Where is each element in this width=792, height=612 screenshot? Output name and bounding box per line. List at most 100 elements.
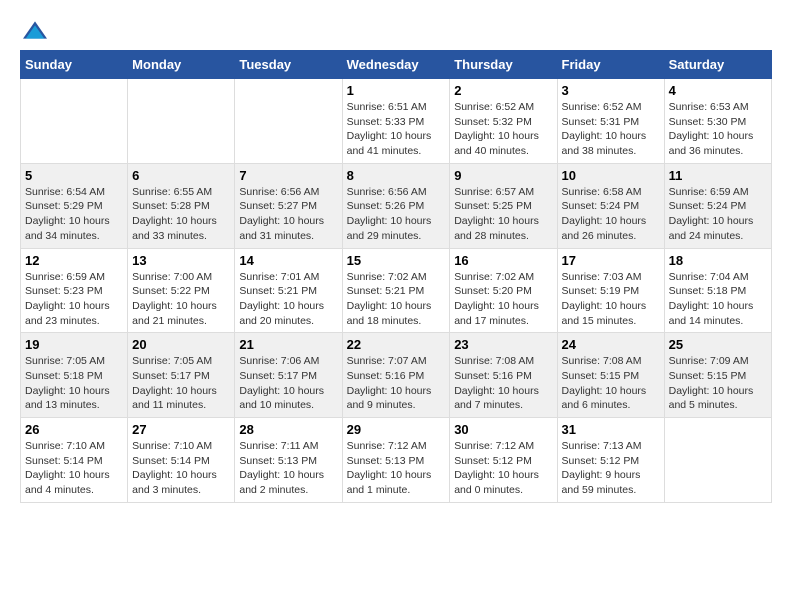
day-info: Sunrise: 6:57 AMSunset: 5:25 PMDaylight:… (454, 185, 552, 244)
day-number: 27 (132, 422, 230, 437)
column-header-saturday: Saturday (664, 51, 771, 79)
calendar-cell: 15 Sunrise: 7:02 AMSunset: 5:21 PMDayligh… (342, 248, 450, 333)
day-info: Sunrise: 7:06 AMSunset: 5:17 PMDaylight:… (239, 354, 337, 413)
day-number: 15 (347, 253, 446, 268)
calendar-cell: 9 Sunrise: 6:57 AMSunset: 5:25 PMDaylight… (450, 163, 557, 248)
week-row-5: 26Sunrise: 7:10 AMSunset: 5:14 PMDayligh… (21, 418, 772, 503)
day-info: Sunrise: 7:07 AMSunset: 5:16 PMDaylight:… (347, 354, 446, 413)
calendar-cell: 28 Sunrise: 7:11 AMSunset: 5:13 PMDayligh… (235, 418, 342, 503)
calendar-cell: 17Sunrise: 7:03 AMSunset: 5:19 PMDayligh… (557, 248, 664, 333)
column-header-thursday: Thursday (450, 51, 557, 79)
day-info: Sunrise: 6:56 AMSunset: 5:26 PMDaylight:… (347, 185, 446, 244)
week-row-3: 12 Sunrise: 6:59 AMSunset: 5:23 PMDayligh… (21, 248, 772, 333)
calendar-cell (21, 79, 128, 164)
day-number: 24 (562, 337, 660, 352)
calendar-cell: 12 Sunrise: 6:59 AMSunset: 5:23 PMDayligh… (21, 248, 128, 333)
day-info: Sunrise: 6:59 AMSunset: 5:23 PMDaylight:… (25, 270, 123, 329)
day-number: 3 (562, 83, 660, 98)
day-info: Sunrise: 6:55 AMSunset: 5:28 PMDaylight:… (132, 185, 230, 244)
day-number: 12 (25, 253, 123, 268)
day-number: 14 (239, 253, 337, 268)
day-number: 30 (454, 422, 552, 437)
day-info: Sunrise: 6:59 AMSunset: 5:24 PMDaylight:… (669, 185, 767, 244)
day-info: Sunrise: 6:56 AMSunset: 5:27 PMDaylight:… (239, 185, 337, 244)
calendar-cell: 30 Sunrise: 7:12 AMSunset: 5:12 PMDayligh… (450, 418, 557, 503)
day-number: 23 (454, 337, 552, 352)
day-info: Sunrise: 6:58 AMSunset: 5:24 PMDaylight:… (562, 185, 660, 244)
day-number: 31 (562, 422, 660, 437)
day-info: Sunrise: 7:13 AMSunset: 5:12 PMDaylight:… (562, 439, 660, 498)
calendar-cell: 25 Sunrise: 7:09 AMSunset: 5:15 PMDayligh… (664, 333, 771, 418)
column-header-friday: Friday (557, 51, 664, 79)
calendar-cell: 6 Sunrise: 6:55 AMSunset: 5:28 PMDaylight… (128, 163, 235, 248)
calendar-cell (235, 79, 342, 164)
day-info: Sunrise: 7:12 AMSunset: 5:13 PMDaylight:… (347, 439, 446, 498)
day-number: 22 (347, 337, 446, 352)
page-header (20, 20, 772, 40)
day-number: 8 (347, 168, 446, 183)
day-info: Sunrise: 7:05 AMSunset: 5:17 PMDaylight:… (132, 354, 230, 413)
day-info: Sunrise: 6:52 AMSunset: 5:32 PMDaylight:… (454, 100, 552, 159)
calendar-cell: 7Sunrise: 6:56 AMSunset: 5:27 PMDaylight… (235, 163, 342, 248)
calendar-cell: 18 Sunrise: 7:04 AMSunset: 5:18 PMDayligh… (664, 248, 771, 333)
column-header-sunday: Sunday (21, 51, 128, 79)
day-info: Sunrise: 7:08 AMSunset: 5:15 PMDaylight:… (562, 354, 660, 413)
column-header-monday: Monday (128, 51, 235, 79)
day-info: Sunrise: 7:11 AMSunset: 5:13 PMDaylight:… (239, 439, 337, 498)
day-info: Sunrise: 7:00 AMSunset: 5:22 PMDaylight:… (132, 270, 230, 329)
day-number: 13 (132, 253, 230, 268)
day-info: Sunrise: 7:05 AMSunset: 5:18 PMDaylight:… (25, 354, 123, 413)
calendar-cell: 1Sunrise: 6:51 AMSunset: 5:33 PMDaylight… (342, 79, 450, 164)
calendar-cell: 5 Sunrise: 6:54 AMSunset: 5:29 PMDaylight… (21, 163, 128, 248)
calendar-cell: 14 Sunrise: 7:01 AMSunset: 5:21 PMDayligh… (235, 248, 342, 333)
day-number: 19 (25, 337, 123, 352)
column-header-tuesday: Tuesday (235, 51, 342, 79)
calendar-cell: 10 Sunrise: 6:58 AMSunset: 5:24 PMDayligh… (557, 163, 664, 248)
day-number: 11 (669, 168, 767, 183)
day-info: Sunrise: 7:12 AMSunset: 5:12 PMDaylight:… (454, 439, 552, 498)
day-info: Sunrise: 6:53 AMSunset: 5:30 PMDaylight:… (669, 100, 767, 159)
day-number: 29 (347, 422, 446, 437)
week-row-1: 1Sunrise: 6:51 AMSunset: 5:33 PMDaylight… (21, 79, 772, 164)
header-row: SundayMondayTuesdayWednesdayThursdayFrid… (21, 51, 772, 79)
day-info: Sunrise: 7:04 AMSunset: 5:18 PMDaylight:… (669, 270, 767, 329)
day-info: Sunrise: 7:01 AMSunset: 5:21 PMDaylight:… (239, 270, 337, 329)
day-info: Sunrise: 6:54 AMSunset: 5:29 PMDaylight:… (25, 185, 123, 244)
calendar-cell (128, 79, 235, 164)
calendar-cell: 26Sunrise: 7:10 AMSunset: 5:14 PMDayligh… (21, 418, 128, 503)
calendar-cell: 22 Sunrise: 7:07 AMSunset: 5:16 PMDayligh… (342, 333, 450, 418)
day-info: Sunrise: 7:03 AMSunset: 5:19 PMDaylight:… (562, 270, 660, 329)
day-info: Sunrise: 7:02 AMSunset: 5:21 PMDaylight:… (347, 270, 446, 329)
day-number: 5 (25, 168, 123, 183)
logo-icon (20, 20, 50, 40)
calendar-cell: 3Sunrise: 6:52 AMSunset: 5:31 PMDaylight… (557, 79, 664, 164)
day-number: 9 (454, 168, 552, 183)
day-number: 18 (669, 253, 767, 268)
calendar-cell: 31 Sunrise: 7:13 AMSunset: 5:12 PMDayligh… (557, 418, 664, 503)
logo (20, 20, 54, 40)
calendar-cell: 20 Sunrise: 7:05 AMSunset: 5:17 PMDayligh… (128, 333, 235, 418)
day-number: 1 (347, 83, 446, 98)
calendar-cell: 19 Sunrise: 7:05 AMSunset: 5:18 PMDayligh… (21, 333, 128, 418)
calendar-cell: 29 Sunrise: 7:12 AMSunset: 5:13 PMDayligh… (342, 418, 450, 503)
day-number: 25 (669, 337, 767, 352)
day-number: 6 (132, 168, 230, 183)
calendar-cell (664, 418, 771, 503)
calendar-cell: 21Sunrise: 7:06 AMSunset: 5:17 PMDayligh… (235, 333, 342, 418)
calendar-table: SundayMondayTuesdayWednesdayThursdayFrid… (20, 50, 772, 503)
calendar-cell: 16 Sunrise: 7:02 AMSunset: 5:20 PMDayligh… (450, 248, 557, 333)
day-info: Sunrise: 7:10 AMSunset: 5:14 PMDaylight:… (25, 439, 123, 498)
day-number: 20 (132, 337, 230, 352)
calendar-cell: 27Sunrise: 7:10 AMSunset: 5:14 PMDayligh… (128, 418, 235, 503)
calendar-cell: 8 Sunrise: 6:56 AMSunset: 5:26 PMDaylight… (342, 163, 450, 248)
day-number: 2 (454, 83, 552, 98)
day-info: Sunrise: 7:09 AMSunset: 5:15 PMDaylight:… (669, 354, 767, 413)
calendar-cell: 4Sunrise: 6:53 AMSunset: 5:30 PMDaylight… (664, 79, 771, 164)
day-number: 28 (239, 422, 337, 437)
week-row-2: 5 Sunrise: 6:54 AMSunset: 5:29 PMDaylight… (21, 163, 772, 248)
calendar-cell: 24 Sunrise: 7:08 AMSunset: 5:15 PMDayligh… (557, 333, 664, 418)
day-number: 10 (562, 168, 660, 183)
day-number: 16 (454, 253, 552, 268)
week-row-4: 19 Sunrise: 7:05 AMSunset: 5:18 PMDayligh… (21, 333, 772, 418)
day-info: Sunrise: 7:02 AMSunset: 5:20 PMDaylight:… (454, 270, 552, 329)
